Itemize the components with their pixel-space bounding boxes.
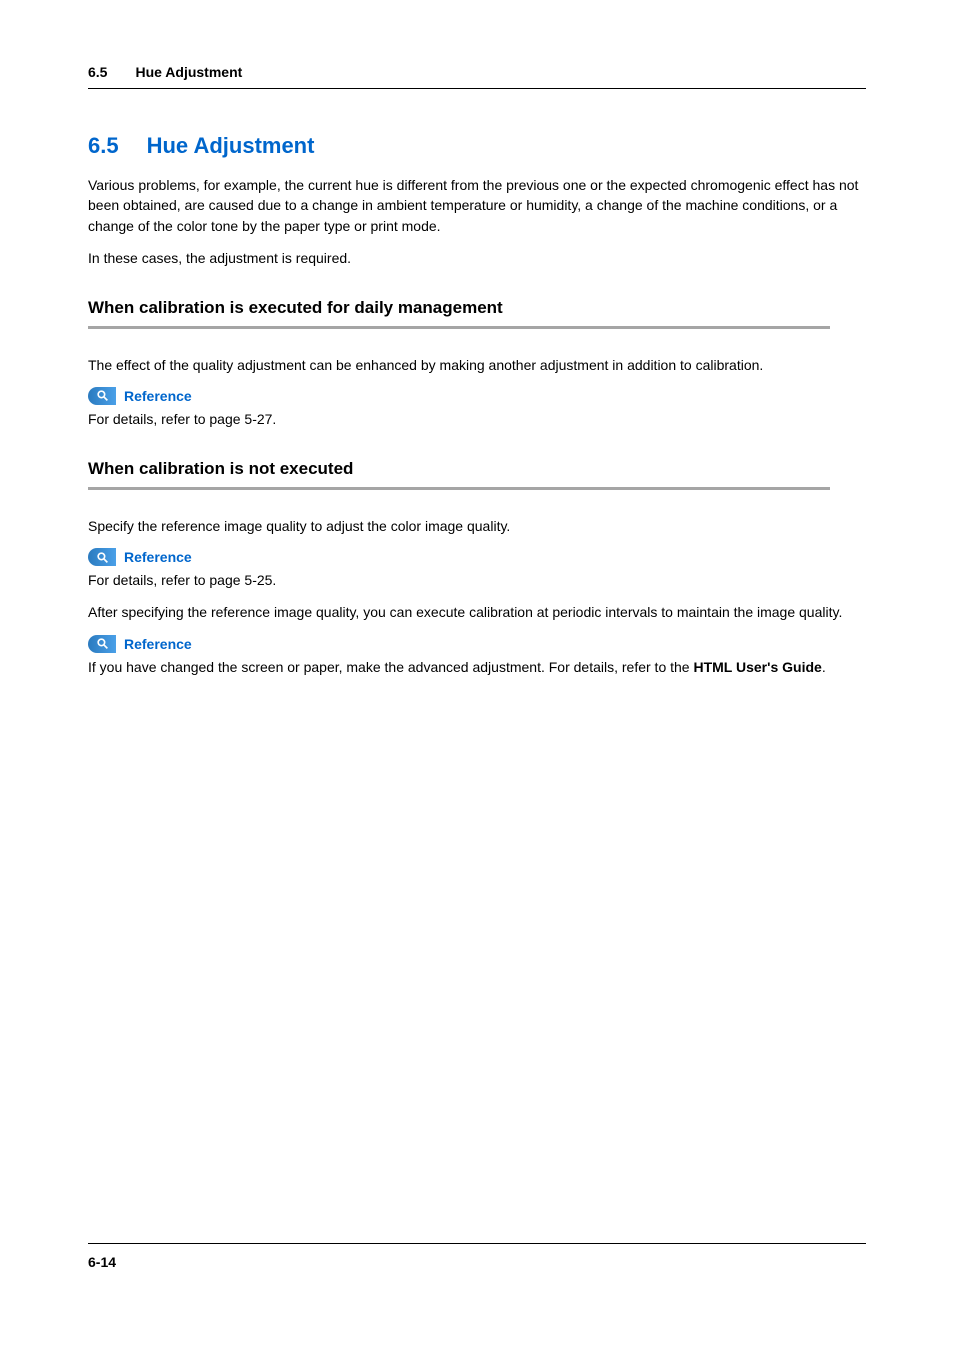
section-title: 6.5 Hue Adjustment [88, 133, 866, 159]
subsection-1-title: When calibration is executed for daily m… [88, 298, 866, 318]
footer-divider [88, 1243, 866, 1245]
reference-text-bold: HTML User's Guide [693, 659, 821, 675]
reference-block: Reference [88, 387, 866, 405]
divider [88, 326, 830, 329]
reference-label: Reference [124, 549, 192, 565]
section-number: 6.5 [88, 133, 119, 159]
intro-paragraph-1: Various problems, for example, the curre… [88, 175, 866, 236]
reference-label: Reference [124, 388, 192, 404]
reference-text: For details, refer to page 5-27. [88, 409, 866, 429]
reference-label: Reference [124, 636, 192, 652]
reference-text: If you have changed the screen or paper,… [88, 657, 866, 677]
header-section-title: Hue Adjustment [135, 64, 242, 80]
reference-text: For details, refer to page 5-25. [88, 570, 866, 590]
reference-block: Reference [88, 548, 866, 566]
magnifier-icon [88, 387, 116, 405]
subsection-2-title: When calibration is not executed [88, 459, 866, 479]
page-header: 6.5 Hue Adjustment [88, 64, 866, 89]
subsection-1-paragraph: The effect of the quality adjustment can… [88, 355, 866, 375]
divider [88, 487, 830, 490]
subsection-2-paragraph-1: Specify the reference image quality to a… [88, 516, 866, 536]
magnifier-icon [88, 635, 116, 653]
subsection-2-paragraph-2: After specifying the reference image qua… [88, 602, 866, 622]
header-section-number: 6.5 [88, 64, 107, 80]
reference-text-prefix: If you have changed the screen or paper,… [88, 659, 693, 675]
reference-block: Reference [88, 635, 866, 653]
page-number: 6-14 [88, 1254, 116, 1270]
reference-text-suffix: . [822, 659, 826, 675]
section-heading: Hue Adjustment [147, 133, 315, 159]
page-footer: 6-14 [88, 1243, 866, 1273]
intro-paragraph-2: In these cases, the adjustment is requir… [88, 248, 866, 268]
magnifier-icon [88, 548, 116, 566]
